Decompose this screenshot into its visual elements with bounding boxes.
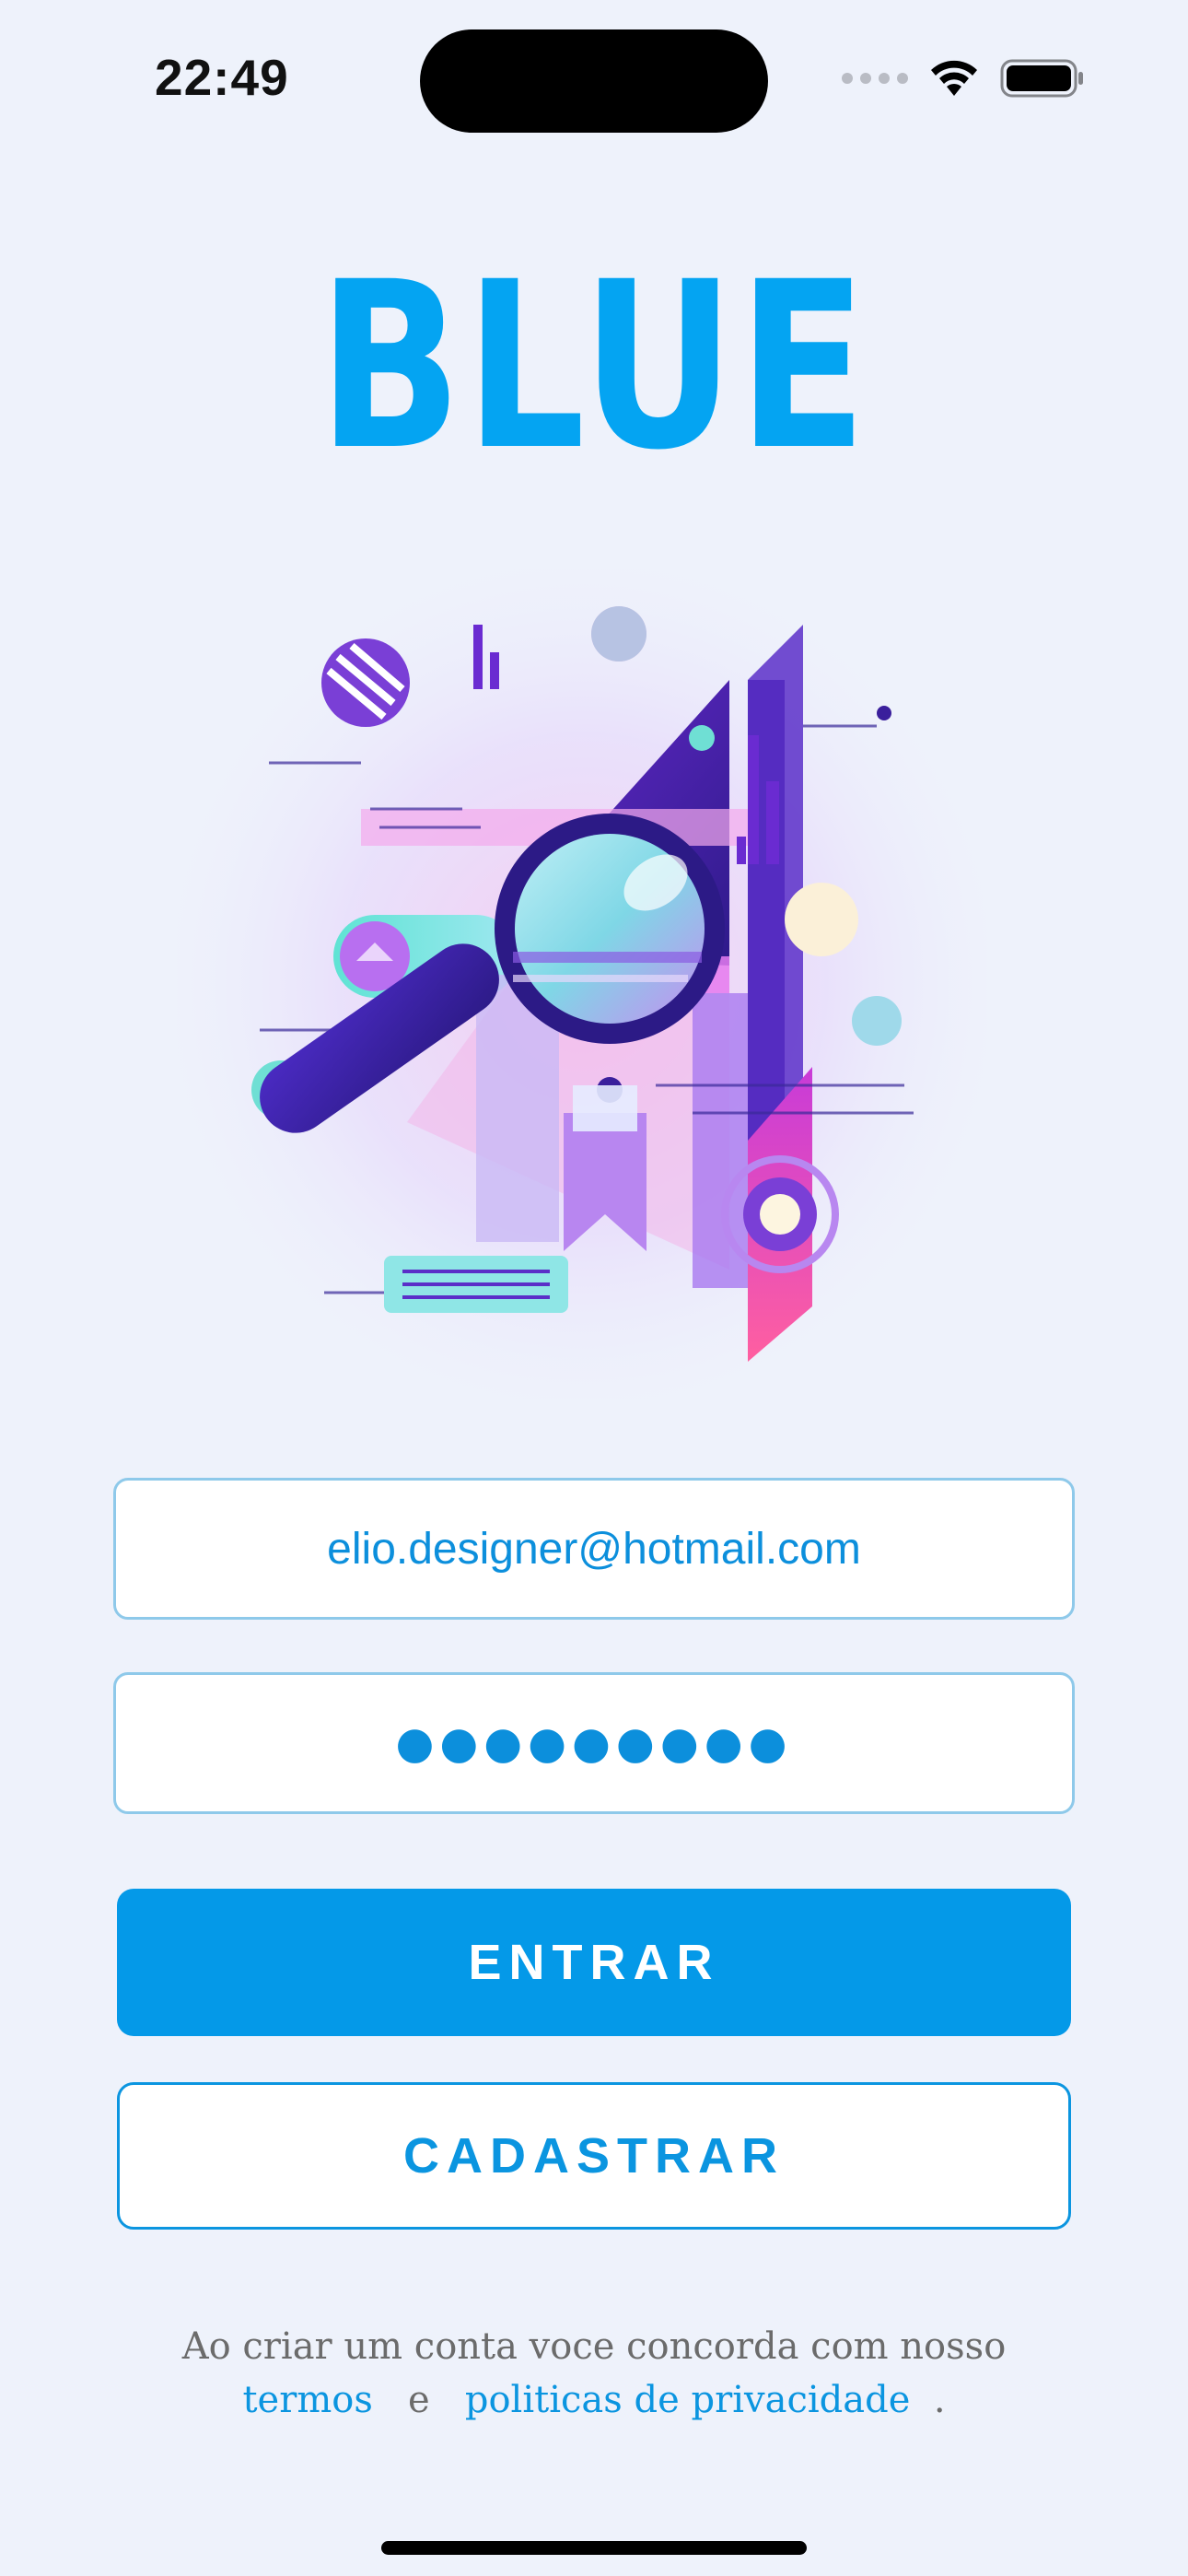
password-input[interactable]: ●●●●●●●●● xyxy=(396,1717,793,1769)
wifi-icon xyxy=(931,60,977,96)
dynamic-island xyxy=(420,29,768,133)
status-time: 22:49 xyxy=(155,49,289,106)
cellular-signal-icon xyxy=(842,73,908,84)
password-field[interactable]: ●●●●●●●●● xyxy=(113,1672,1075,1814)
email-input[interactable] xyxy=(116,1522,1072,1575)
home-indicator[interactable] xyxy=(381,2541,807,2555)
terms-links-line: termos e politicas de privacidade . xyxy=(0,2373,1188,2427)
terms-period: . xyxy=(933,2379,946,2421)
status-icons xyxy=(842,55,1085,101)
brand-logo: BLUE xyxy=(318,232,870,500)
magnifying-glass-illustration xyxy=(177,569,987,1399)
login-button[interactable]: ENTRAR xyxy=(117,1889,1071,2036)
terms-text: Ao criar um conta voce concorda com noss… xyxy=(0,2320,1188,2427)
email-field[interactable] xyxy=(113,1478,1075,1620)
terms-line: Ao criar um conta voce concorda com noss… xyxy=(181,2325,1007,2368)
terms-link[interactable]: termos xyxy=(242,2379,372,2421)
privacy-link[interactable]: politicas de privacidade xyxy=(465,2379,911,2421)
register-button[interactable]: CADASTRAR xyxy=(117,2082,1071,2230)
terms-and: e xyxy=(408,2379,430,2421)
battery-icon xyxy=(1000,59,1083,98)
